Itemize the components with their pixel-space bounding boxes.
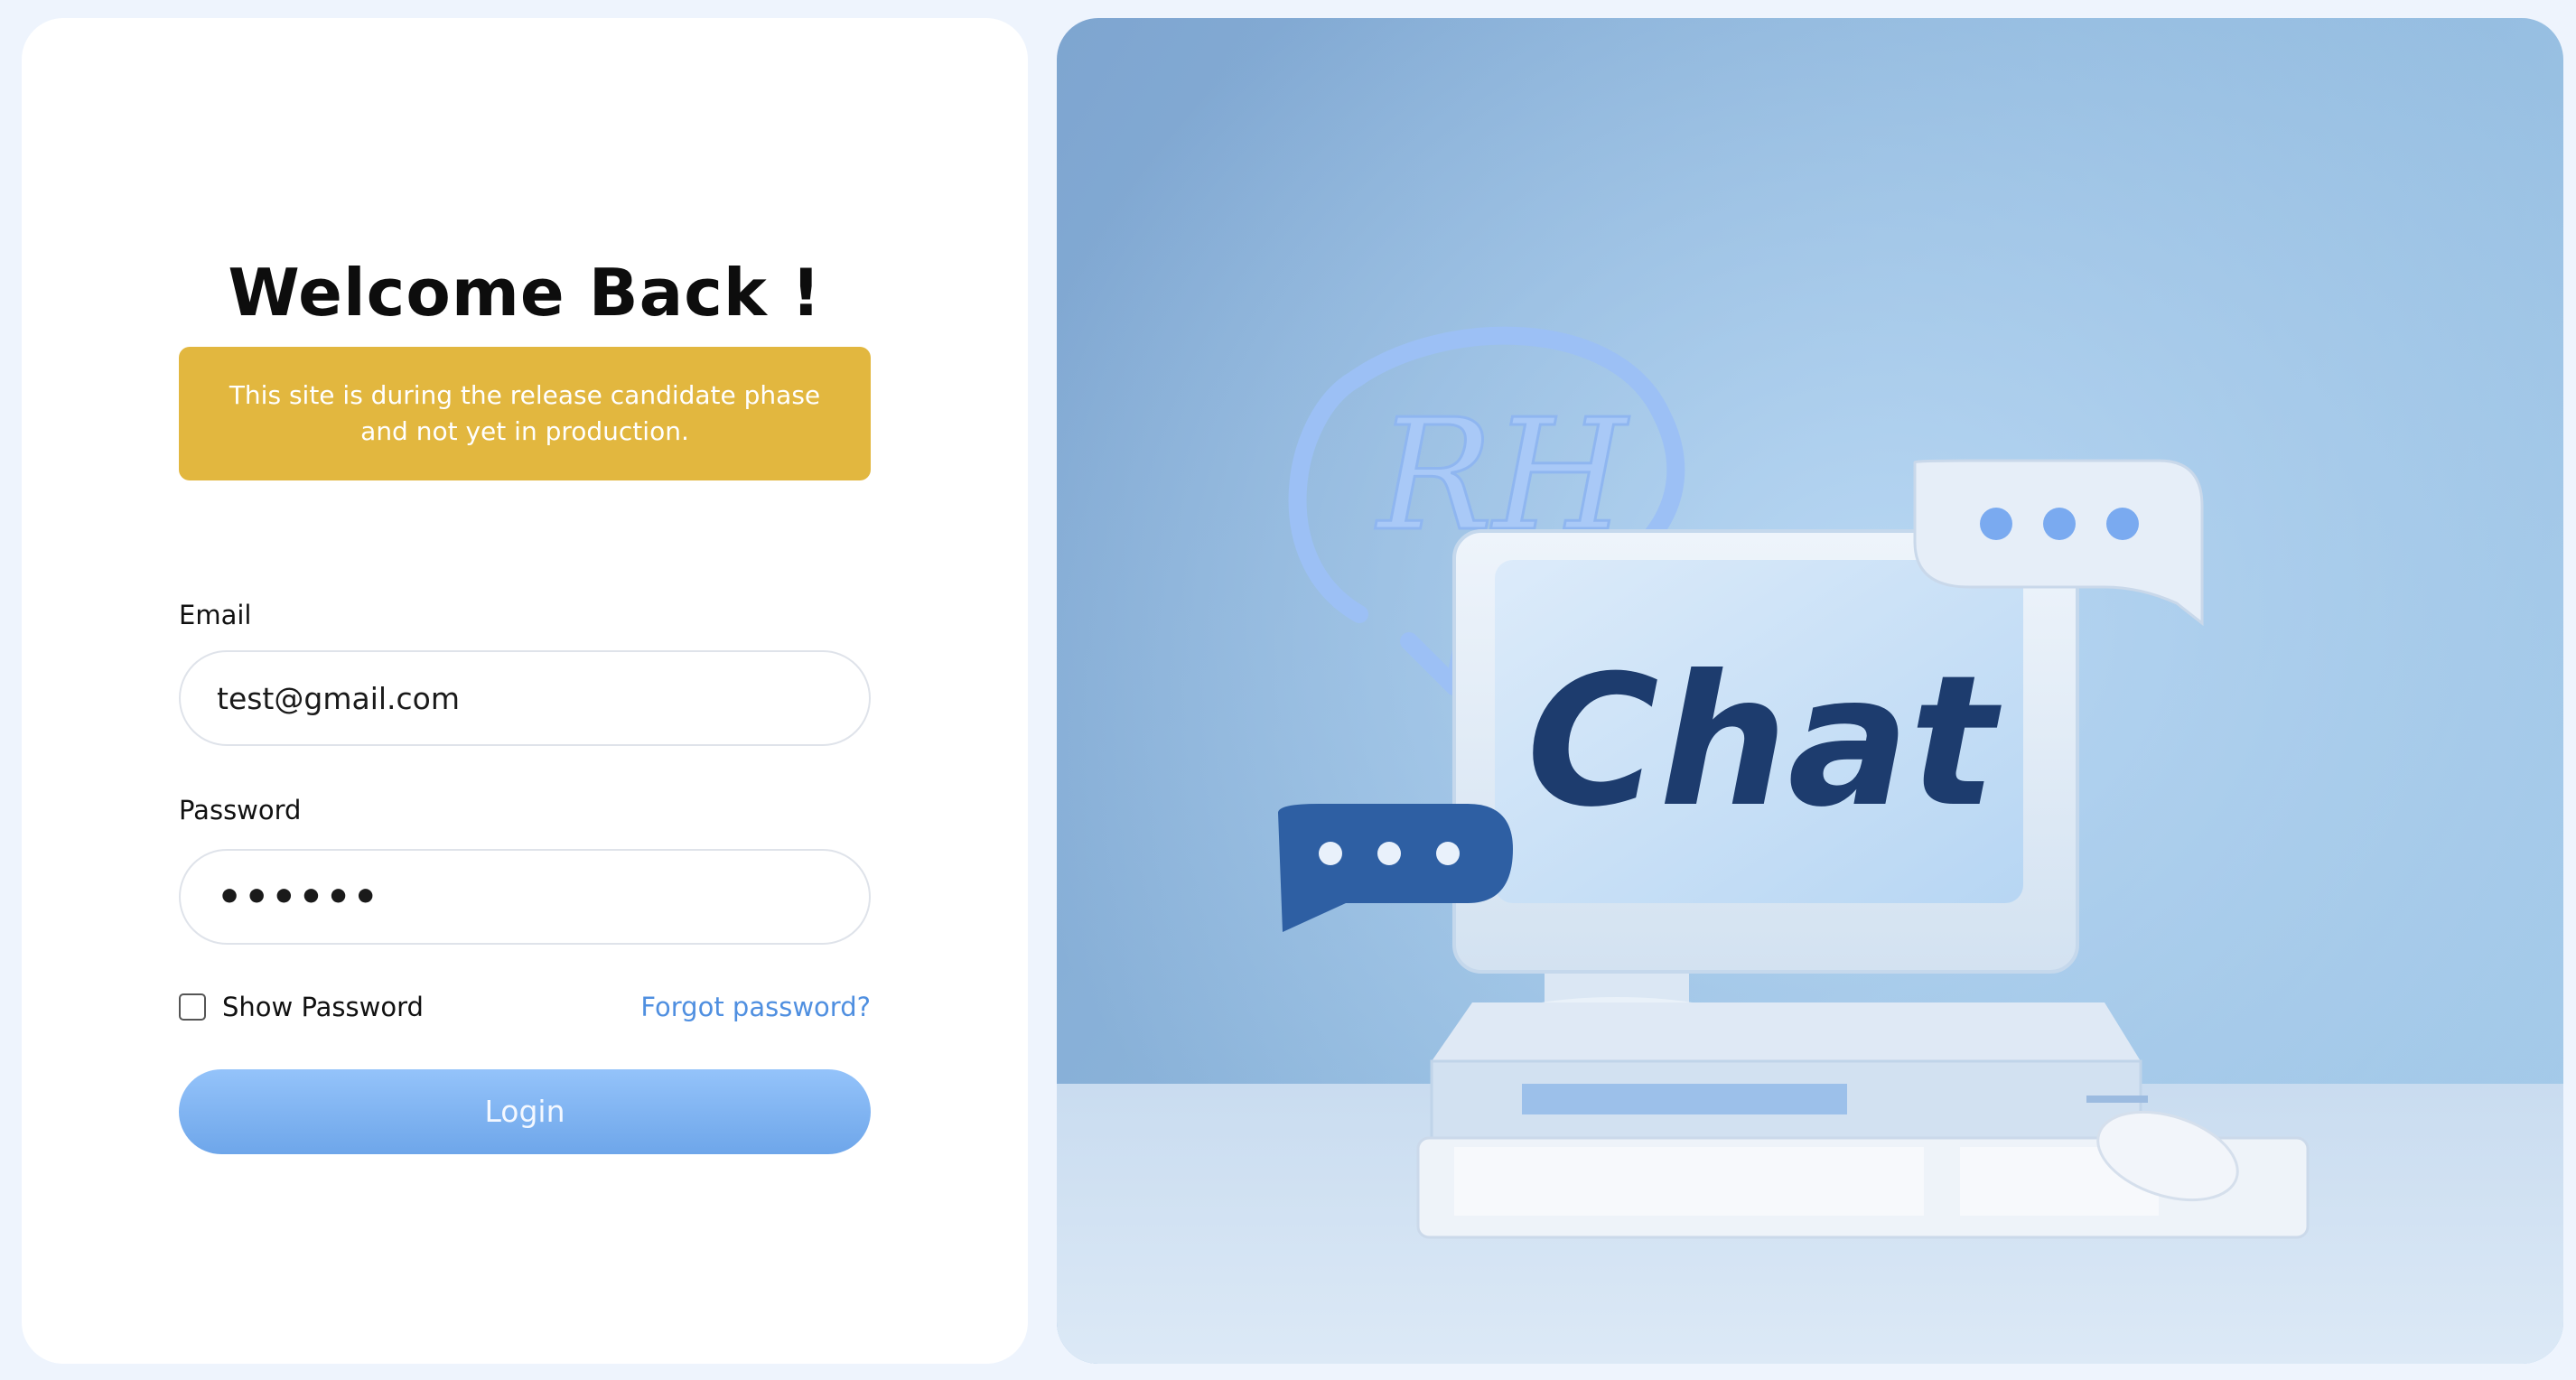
screen-chat-text: Chat [1526, 637, 2002, 847]
computer-monitor: Chat [1452, 529, 2079, 1044]
show-password-label[interactable]: Show Password [222, 992, 424, 1022]
hero-illustration: RH Chat [1057, 18, 2563, 1364]
password-label: Password [179, 795, 302, 825]
page-title: Welcome Back ! [228, 255, 822, 331]
forgot-password-link[interactable]: Forgot password? [640, 992, 871, 1022]
email-label: Email [179, 600, 252, 630]
chat-computer-illustration: RH Chat [1057, 18, 2563, 1364]
email-field[interactable] [179, 650, 871, 746]
notice-text: This site is during the release candidat… [229, 380, 821, 446]
release-notice-banner: This site is during the release candidat… [179, 347, 871, 480]
password-field[interactable] [179, 849, 871, 945]
login-button[interactable]: Login [179, 1069, 871, 1154]
show-password-row[interactable]: Show Password [179, 992, 424, 1022]
show-password-checkbox[interactable] [179, 993, 206, 1021]
login-card: Welcome Back ! This site is during the r… [22, 18, 1028, 1364]
